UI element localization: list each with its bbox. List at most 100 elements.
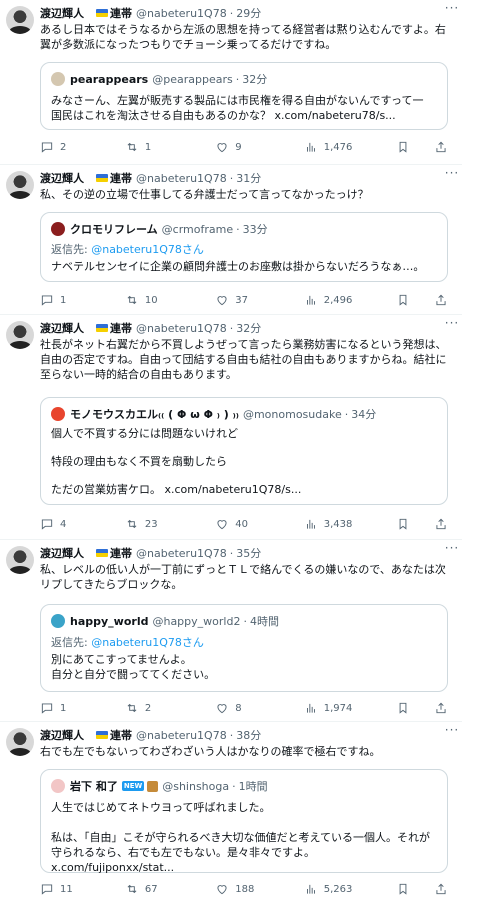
tweet-time[interactable]: 29分 — [236, 5, 261, 21]
more-icon[interactable]: ··· — [442, 542, 462, 558]
bookmark-button[interactable] — [396, 701, 416, 715]
quote-text: ナベテルセンセイに企業の顧問弁護士のお座敷は掛からないだろうなぁ…。 — [51, 260, 425, 273]
repost-button[interactable]: 2 — [125, 701, 215, 715]
share-button[interactable] — [434, 517, 448, 531]
quote-author-name: pearappears — [70, 72, 149, 86]
author-handle[interactable]: @nabeteru1Q78 — [136, 172, 227, 185]
tweet-time[interactable]: 31分 — [236, 170, 261, 186]
share-button[interactable] — [434, 140, 448, 154]
quote-avatar — [51, 222, 65, 236]
reply-button[interactable]: 4 — [40, 517, 125, 531]
repost-button[interactable]: 67 — [125, 882, 215, 896]
tweet-time[interactable]: 35分 — [236, 545, 261, 561]
tweet-text: あるし日本ではそうなるから左派の思想を持ってる経営者は黙り込むんですよ。右 翼が… — [40, 23, 446, 51]
quote-tweet[interactable]: 岩下 和了 NEW @shinshoga · 1時間 人生ではじめてネトウヨって… — [40, 769, 448, 874]
quote-time: 33分 — [242, 223, 268, 236]
bookmark-button[interactable] — [396, 140, 416, 154]
like-button[interactable]: 188 — [215, 882, 304, 896]
reply-button[interactable]: 2 — [40, 140, 125, 154]
author-label: 連帯 — [110, 172, 132, 185]
more-icon[interactable]: ··· — [442, 167, 462, 183]
tweet[interactable]: 渡辺輝人 連帯 @nabeteru1Q78 · 32分 ··· 社長がネット右翼… — [0, 315, 462, 540]
author-handle[interactable]: @nabeteru1Q78 — [136, 729, 227, 742]
ukraine-flag-icon — [96, 731, 108, 739]
new-badge-icon: NEW — [121, 781, 145, 791]
reply-icon — [41, 703, 53, 714]
views-button[interactable]: 5,263 — [304, 882, 396, 896]
author-name[interactable]: 渡辺輝人 — [40, 545, 84, 561]
tweet[interactable]: 渡辺輝人 連帯 @nabeteru1Q78 · 31分 ··· 私、その逆の立場… — [0, 165, 462, 315]
tweet-text: 私、その逆の立場で仕事してる弁護士だって言ってなかったっけ？ — [40, 188, 369, 201]
bookmark-button[interactable] — [396, 882, 416, 896]
quote-tweet[interactable]: happy_world @happy_world2 · 4時間 返信先: @na… — [40, 604, 448, 692]
author-name[interactable]: 渡辺輝人 — [40, 5, 84, 21]
share-button[interactable] — [434, 293, 448, 307]
avatar[interactable] — [6, 6, 34, 34]
author-name[interactable]: 渡辺輝人 — [40, 320, 84, 336]
tweet-actions: 4 23 40 3,438 — [40, 516, 448, 532]
repost-button[interactable]: 23 — [125, 517, 215, 531]
repost-button[interactable]: 10 — [125, 293, 215, 307]
tweet[interactable]: 渡辺輝人 連帯 @nabeteru1Q78 · 35分 ··· 私、レベルの低い… — [0, 540, 462, 722]
like-button[interactable]: 37 — [215, 293, 304, 307]
author-handle[interactable]: @nabeteru1Q78 — [136, 547, 227, 560]
author-name[interactable]: 渡辺輝人 — [40, 170, 84, 186]
tweet[interactable]: 渡辺輝人 連帯 @nabeteru1Q78 · 29分 ··· あるし日本ではそ… — [0, 0, 462, 165]
reply-to-line: 返信先: @nabeteru1Q78さん — [51, 636, 204, 649]
quote-author-name: happy_world — [70, 614, 149, 628]
share-icon — [436, 518, 446, 530]
quote-tweet[interactable]: クロモリフレーム @crmoframe · 33分 返信先: @nabeteru… — [40, 212, 448, 282]
tweet-text: 社長がネット右翼だから不買しようぜって言ったら業務妨害になるという発想は、 自由… — [40, 338, 447, 381]
bookmark-button[interactable] — [396, 293, 416, 307]
like-button[interactable]: 9 — [215, 140, 304, 154]
quote-time: 1時間 — [238, 780, 268, 793]
emoji-icon — [147, 780, 159, 792]
repost-icon — [127, 295, 137, 305]
quote-author-handle: @crmoframe — [161, 222, 234, 236]
author-label: 連帯 — [110, 729, 132, 742]
like-button[interactable]: 40 — [215, 517, 304, 531]
views-button[interactable]: 1,476 — [304, 140, 396, 154]
ukraine-flag-icon — [96, 549, 108, 557]
tweet-header: 渡辺輝人 連帯 @nabeteru1Q78 · 38分 — [40, 727, 262, 743]
quote-tweet[interactable]: モノモウスカエル₍₍ ( Φ ω Φ ₎ ) ₎₎ @monomosudake … — [40, 397, 448, 505]
repost-icon — [127, 884, 137, 894]
share-button[interactable] — [434, 882, 448, 896]
tweet-header: 渡辺輝人 連帯 @nabeteru1Q78 · 32分 — [40, 320, 262, 336]
tweet[interactable]: 渡辺輝人 連帯 @nabeteru1Q78 · 38分 ··· 右でも左でもない… — [0, 722, 462, 904]
avatar[interactable] — [6, 321, 34, 349]
more-icon[interactable]: ··· — [442, 2, 462, 18]
reply-button[interactable]: 1 — [40, 701, 125, 715]
quote-author-name: モノモウスカエル₍₍ ( Φ ω Φ ₎ ) ₎₎ — [70, 408, 239, 421]
quote-author-handle: @monomosudake — [242, 407, 342, 421]
reply-icon — [41, 295, 53, 306]
tweet-time[interactable]: 38分 — [236, 727, 261, 743]
avatar[interactable] — [6, 171, 34, 199]
views-button[interactable]: 1,974 — [304, 701, 396, 715]
reply-icon — [41, 519, 53, 530]
bookmark-button[interactable] — [396, 517, 416, 531]
repost-icon — [127, 519, 137, 529]
avatar[interactable] — [6, 728, 34, 756]
share-button[interactable] — [434, 701, 448, 715]
repost-button[interactable]: 1 — [125, 140, 215, 154]
views-button[interactable]: 3,438 — [304, 517, 396, 531]
reply-button[interactable]: 11 — [40, 882, 125, 896]
quote-text: みなさーん、左翼が販売する製品には市民権を得る自由がないんですって一 国民はこれ… — [51, 94, 424, 122]
quote-author-handle: @shinshoga — [162, 779, 230, 793]
views-button[interactable]: 2,496 — [304, 293, 396, 307]
tweet-header: 渡辺輝人 連帯 @nabeteru1Q78 · 29分 — [40, 5, 262, 21]
repost-icon — [127, 703, 137, 713]
author-handle[interactable]: @nabeteru1Q78 — [136, 322, 227, 335]
author-handle[interactable]: @nabeteru1Q78 — [136, 7, 227, 20]
quote-tweet[interactable]: pearappears @pearappears · 32分 みなさーん、左翼が… — [40, 62, 448, 130]
more-icon[interactable]: ··· — [442, 724, 462, 740]
reply-button[interactable]: 1 — [40, 293, 125, 307]
tweet-time[interactable]: 32分 — [236, 320, 261, 336]
author-name[interactable]: 渡辺輝人 — [40, 727, 84, 743]
like-button[interactable]: 8 — [215, 701, 304, 715]
avatar[interactable] — [6, 546, 34, 574]
reply-icon — [41, 142, 53, 153]
more-icon[interactable]: ··· — [442, 317, 462, 333]
tweet-header: 渡辺輝人 連帯 @nabeteru1Q78 · 31分 — [40, 170, 262, 186]
